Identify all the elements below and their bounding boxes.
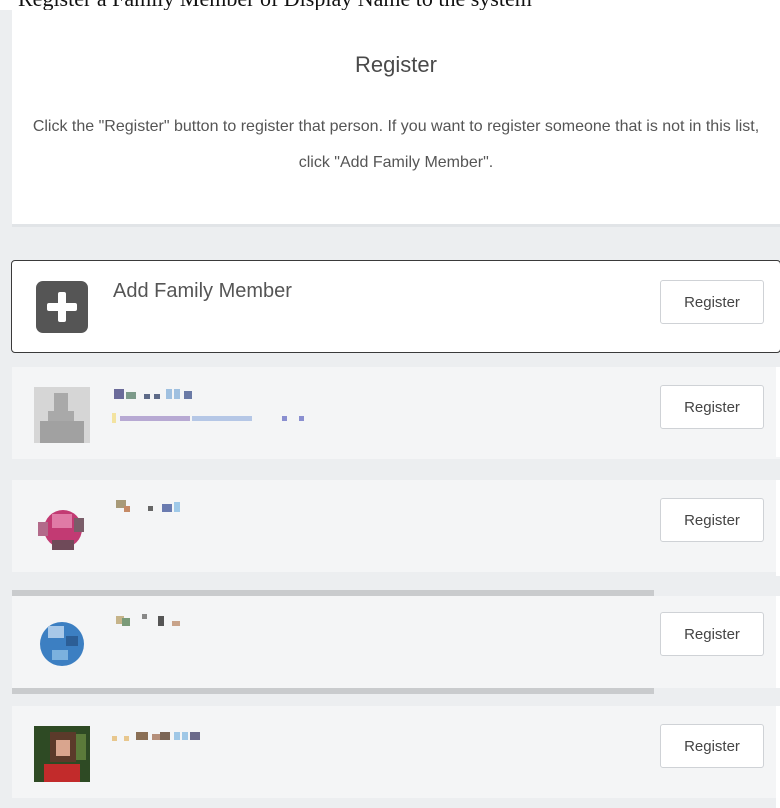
top-strip: Register a Family Member of Display Name… (0, 0, 780, 10)
add-family-member-row[interactable]: Add Family Member Register (11, 260, 780, 353)
scroll-edge (776, 480, 780, 576)
instructions-text: Click the "Register" button to register … (32, 118, 760, 171)
register-button-add-member[interactable]: Register (660, 280, 764, 324)
register-button-person-3[interactable]: Register (660, 612, 764, 656)
blurred-email (112, 413, 116, 423)
top-cutoff-text: Register a Family Member of Display Name… (18, 0, 532, 10)
person-row-3: Register (12, 596, 780, 688)
blurred-name (114, 389, 124, 399)
row-divider (12, 688, 654, 694)
person-row-1: Register (12, 367, 780, 459)
register-button-person-4[interactable]: Register (660, 724, 764, 768)
scroll-edge (776, 706, 780, 808)
avatar-silhouette-icon (34, 387, 90, 443)
register-button-person-1[interactable]: Register (660, 385, 764, 429)
avatar-photo-person-icon (34, 726, 90, 782)
avatar-blue-globe-icon (34, 616, 90, 672)
page-title: Register (355, 52, 437, 77)
register-button-person-2[interactable]: Register (660, 498, 764, 542)
scroll-edge (776, 367, 780, 457)
add-family-member-label[interactable]: Add Family Member (113, 280, 292, 303)
avatar-pink-flower-icon (34, 500, 90, 556)
scroll-edge (776, 596, 780, 688)
register-header-card: Register Click the "Register" button to … (12, 10, 780, 227)
blurred-name (112, 736, 117, 741)
person-row-4: Register (12, 706, 780, 798)
person-row-2: Register (12, 480, 780, 572)
plus-icon[interactable] (36, 281, 88, 333)
